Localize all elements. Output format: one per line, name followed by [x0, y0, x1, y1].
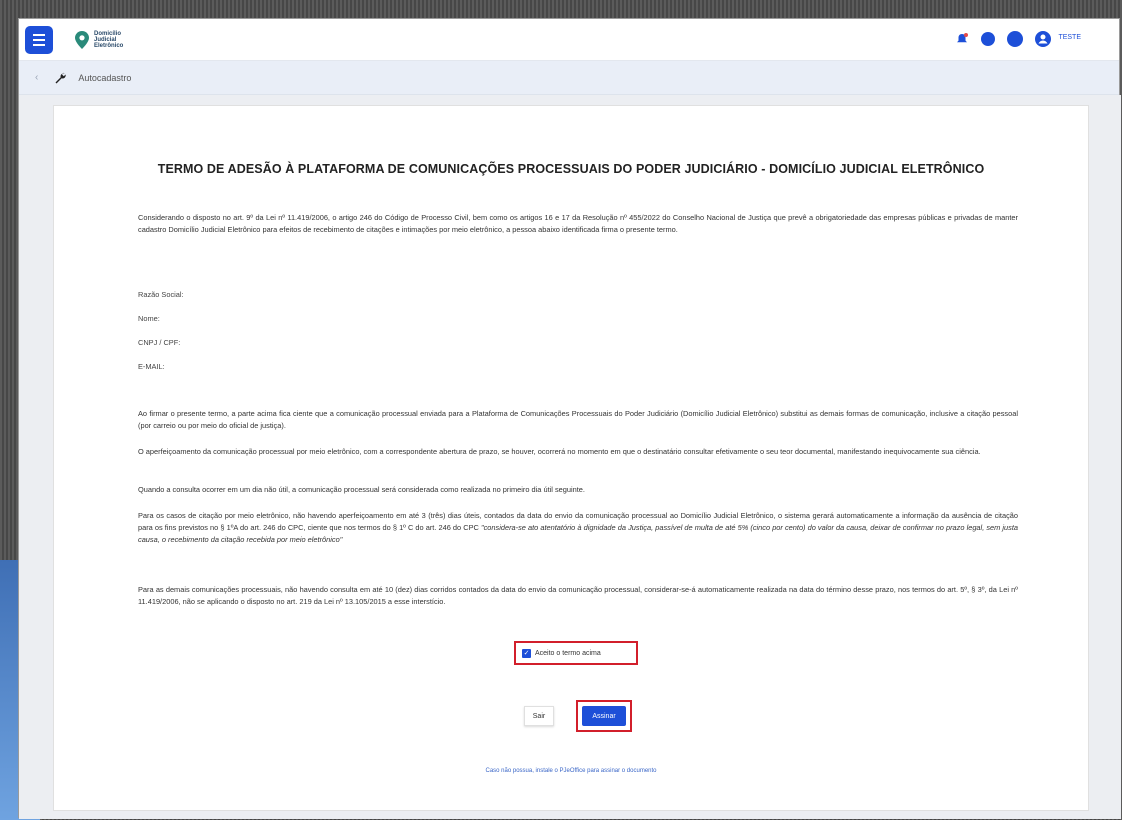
sign-button-highlight: Assinar	[576, 700, 632, 732]
breadcrumb: ‹ Autocadastro	[19, 61, 1119, 95]
accept-terms-checkbox[interactable]: ✓	[522, 648, 531, 658]
document-title: TERMO DE ADESÃO À PLATAFORMA DE COMUNICA…	[157, 162, 985, 176]
logo-text-line-1: Domicílio	[94, 30, 122, 37]
notification-bell-icon[interactable]	[955, 32, 969, 46]
settings-icon[interactable]	[981, 32, 995, 46]
wrench-icon	[55, 72, 67, 83]
browser-window: Domicílio Judicial Eletrônico TESTE ‹ Au…	[18, 18, 1121, 819]
help-icon[interactable]	[1007, 31, 1023, 47]
paragraph-1: Ao firmar o presente termo, a parte acim…	[138, 409, 1018, 430]
paragraph-5: Para as demais comunicações processuais,…	[138, 585, 1018, 606]
menu-icon-line	[33, 38, 45, 41]
field-cnpj-cpf: CNPJ / CPF:	[138, 338, 181, 347]
user-name[interactable]: TESTE	[1058, 34, 1081, 41]
accept-terms-label[interactable]: Aceito o termo acima	[535, 650, 601, 657]
paragraph-2: O aperfeiçoamento da comunicação process…	[138, 447, 981, 456]
menu-icon	[33, 33, 45, 36]
top-app-bar: Domicílio Judicial Eletrônico TESTE	[19, 19, 1119, 61]
back-chevron-icon[interactable]: ‹	[35, 72, 38, 83]
intro-paragraph: Considerando o disposto no art. 9º da Le…	[138, 213, 1018, 234]
accept-terms-highlight: ✓ Aceito o termo acima	[514, 641, 638, 665]
paragraph-3: Quando a consulta ocorrer em um dia não …	[138, 485, 585, 494]
field-email: E-MAIL:	[138, 362, 165, 371]
user-avatar-icon[interactable]	[1035, 31, 1053, 47]
top-icons	[955, 31, 1053, 47]
exit-button[interactable]: Sair	[524, 706, 554, 726]
breadcrumb-page: Autocadastro	[78, 72, 132, 83]
logo-text: Domicílio Judicial Eletrônico	[94, 31, 123, 49]
paragraph-4: Para os casos de citação por meio eletrô…	[138, 510, 1018, 546]
logo-text-line-3: Eletrônico	[94, 42, 124, 49]
sign-button[interactable]: Assinar	[582, 706, 626, 726]
location-pin-icon	[75, 30, 89, 49]
document-card: TERMO DE ADESÃO À PLATAFORMA DE COMUNICA…	[53, 105, 1089, 811]
content-area: TERMO DE ADESÃO À PLATAFORMA DE COMUNICA…	[19, 95, 1121, 819]
field-nome: Nome:	[138, 314, 160, 323]
pjeoffice-help-link[interactable]: Caso não possua, instale o PJeOffice par…	[54, 768, 1088, 774]
app-logo[interactable]: Domicílio Judicial Eletrônico	[75, 30, 123, 49]
menu-button[interactable]	[25, 25, 53, 54]
menu-icon-line	[33, 43, 45, 46]
field-razao-social: Razão Social:	[138, 290, 184, 299]
